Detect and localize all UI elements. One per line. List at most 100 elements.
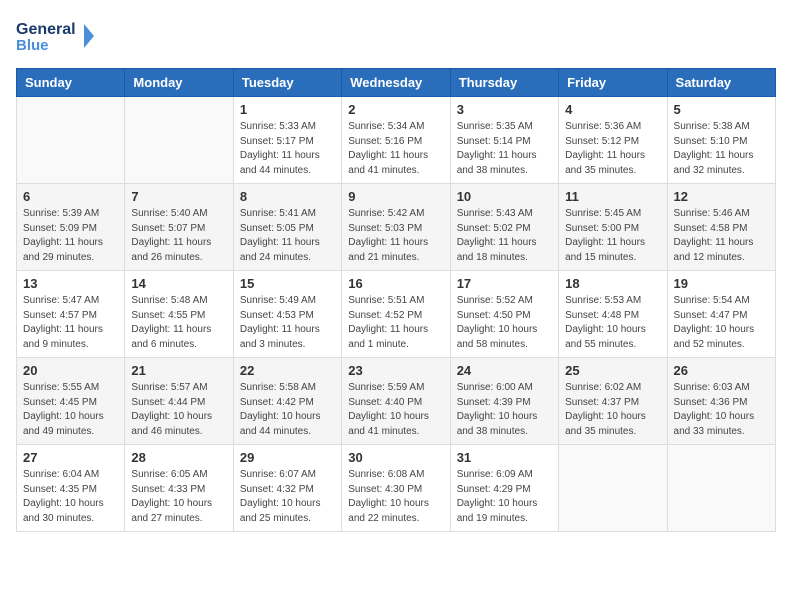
day-number: 16 (348, 276, 443, 291)
calendar-day-cell: 12 Sunrise: 5:46 AMSunset: 4:58 PMDayligh… (667, 184, 775, 271)
day-info: Sunrise: 6:07 AMSunset: 4:32 PMDaylight:… (240, 468, 335, 526)
calendar-day-cell: 30 Sunrise: 6:08 AMSunset: 4:30 PMDayligh… (342, 445, 450, 532)
calendar-day-cell: 19 Sunrise: 5:54 AMSunset: 4:47 PMDayligh… (667, 271, 775, 358)
day-info: Sunrise: 6:08 AMSunset: 4:30 PMDaylight:… (348, 468, 443, 526)
day-number: 31 (457, 450, 552, 465)
calendar-day-cell: 23 Sunrise: 5:59 AMSunset: 4:40 PMDayligh… (342, 358, 450, 445)
day-info: Sunrise: 5:36 AMSunset: 5:12 PMDaylight:… (565, 120, 660, 178)
svg-text:General: General (16, 21, 76, 38)
day-info: Sunrise: 5:53 AMSunset: 4:48 PMDaylight:… (565, 294, 660, 352)
day-number: 21 (131, 363, 226, 378)
calendar-day-cell: 6Sunrise: 5:39 AMSunset: 5:09 PMDaylight… (17, 184, 125, 271)
day-number: 5 (674, 102, 769, 117)
day-number: 11 (565, 189, 660, 204)
calendar-day-cell: 17Sunrise: 5:52 AMSunset: 4:50 PMDayligh… (450, 271, 558, 358)
day-number: 13 (23, 276, 118, 291)
day-info: Sunrise: 5:35 AMSunset: 5:14 PMDaylight:… (457, 120, 552, 178)
day-info: Sunrise: 5:47 AMSunset: 4:57 PMDaylight:… (23, 294, 118, 352)
day-number: 27 (23, 450, 118, 465)
day-number: 10 (457, 189, 552, 204)
calendar-day-cell: 4 Sunrise: 5:36 AMSunset: 5:12 PMDaylight… (559, 97, 667, 184)
weekday-header-sunday: Sunday (17, 69, 125, 97)
calendar-day-cell: 7 Sunrise: 5:40 AMSunset: 5:07 PMDaylight… (125, 184, 233, 271)
day-number: 17 (457, 276, 552, 291)
day-info: Sunrise: 6:03 AMSunset: 4:36 PMDaylight:… (674, 381, 769, 439)
day-info: Sunrise: 5:51 AMSunset: 4:52 PMDaylight:… (348, 294, 443, 352)
day-info: Sunrise: 6:02 AMSunset: 4:37 PMDaylight:… (565, 381, 660, 439)
day-info: Sunrise: 6:04 AMSunset: 4:35 PMDaylight:… (23, 468, 118, 526)
calendar-empty-cell (559, 445, 667, 532)
day-info: Sunrise: 5:34 AMSunset: 5:16 PMDaylight:… (348, 120, 443, 178)
weekday-header-tuesday: Tuesday (233, 69, 341, 97)
calendar-day-cell: 27 Sunrise: 6:04 AMSunset: 4:35 PMDayligh… (17, 445, 125, 532)
day-number: 24 (457, 363, 552, 378)
day-number: 22 (240, 363, 335, 378)
calendar-day-cell: 13 Sunrise: 5:47 AMSunset: 4:57 PMDayligh… (17, 271, 125, 358)
weekday-header-friday: Friday (559, 69, 667, 97)
day-number: 9 (348, 189, 443, 204)
svg-text:Blue: Blue (16, 37, 49, 54)
day-info: Sunrise: 5:54 AMSunset: 4:47 PMDaylight:… (674, 294, 769, 352)
day-info: Sunrise: 5:59 AMSunset: 4:40 PMDaylight:… (348, 381, 443, 439)
calendar-week-row: 13 Sunrise: 5:47 AMSunset: 4:57 PMDayligh… (17, 271, 776, 358)
calendar-week-row: 6Sunrise: 5:39 AMSunset: 5:09 PMDaylight… (17, 184, 776, 271)
calendar-day-cell: 8Sunrise: 5:41 AMSunset: 5:05 PMDaylight… (233, 184, 341, 271)
day-number: 1 (240, 102, 335, 117)
day-info: Sunrise: 5:40 AMSunset: 5:07 PMDaylight:… (131, 207, 226, 265)
calendar-day-cell: 3Sunrise: 5:35 AMSunset: 5:14 PMDaylight… (450, 97, 558, 184)
calendar-day-cell: 10 Sunrise: 5:43 AMSunset: 5:02 PMDayligh… (450, 184, 558, 271)
day-info: Sunrise: 6:09 AMSunset: 4:29 PMDaylight:… (457, 468, 552, 526)
day-number: 4 (565, 102, 660, 117)
calendar-empty-cell (125, 97, 233, 184)
day-number: 2 (348, 102, 443, 117)
calendar-day-cell: 9 Sunrise: 5:42 AMSunset: 5:03 PMDaylight… (342, 184, 450, 271)
day-number: 30 (348, 450, 443, 465)
logo: GeneralBlue (16, 16, 96, 56)
day-info: Sunrise: 5:43 AMSunset: 5:02 PMDaylight:… (457, 207, 552, 265)
day-info: Sunrise: 5:38 AMSunset: 5:10 PMDaylight:… (674, 120, 769, 178)
logo-svg: GeneralBlue (16, 16, 96, 56)
day-number: 23 (348, 363, 443, 378)
day-number: 18 (565, 276, 660, 291)
calendar-day-cell: 18 Sunrise: 5:53 AMSunset: 4:48 PMDayligh… (559, 271, 667, 358)
weekday-header-thursday: Thursday (450, 69, 558, 97)
day-info: Sunrise: 5:49 AMSunset: 4:53 PMDaylight:… (240, 294, 335, 352)
day-info: Sunrise: 5:46 AMSunset: 4:58 PMDaylight:… (674, 207, 769, 265)
day-number: 8 (240, 189, 335, 204)
day-info: Sunrise: 5:58 AMSunset: 4:42 PMDaylight:… (240, 381, 335, 439)
calendar-week-row: 1 Sunrise: 5:33 AMSunset: 5:17 PMDaylight… (17, 97, 776, 184)
weekday-header-monday: Monday (125, 69, 233, 97)
header: GeneralBlue (16, 16, 776, 56)
calendar-day-cell: 16 Sunrise: 5:51 AMSunset: 4:52 PMDayligh… (342, 271, 450, 358)
day-number: 28 (131, 450, 226, 465)
day-info: Sunrise: 5:55 AMSunset: 4:45 PMDaylight:… (23, 381, 118, 439)
day-info: Sunrise: 5:57 AMSunset: 4:44 PMDaylight:… (131, 381, 226, 439)
calendar-week-row: 20Sunrise: 5:55 AMSunset: 4:45 PMDayligh… (17, 358, 776, 445)
weekday-header-saturday: Saturday (667, 69, 775, 97)
calendar-day-cell: 28Sunrise: 6:05 AMSunset: 4:33 PMDayligh… (125, 445, 233, 532)
calendar-empty-cell (667, 445, 775, 532)
calendar: SundayMondayTuesdayWednesdayThursdayFrid… (16, 68, 776, 532)
day-number: 15 (240, 276, 335, 291)
calendar-day-cell: 31 Sunrise: 6:09 AMSunset: 4:29 PMDayligh… (450, 445, 558, 532)
day-info: Sunrise: 5:33 AMSunset: 5:17 PMDaylight:… (240, 120, 335, 178)
weekday-header-wednesday: Wednesday (342, 69, 450, 97)
day-info: Sunrise: 5:39 AMSunset: 5:09 PMDaylight:… (23, 207, 118, 265)
calendar-empty-cell (17, 97, 125, 184)
day-number: 7 (131, 189, 226, 204)
day-number: 29 (240, 450, 335, 465)
day-info: Sunrise: 5:42 AMSunset: 5:03 PMDaylight:… (348, 207, 443, 265)
day-number: 25 (565, 363, 660, 378)
calendar-day-cell: 22 Sunrise: 5:58 AMSunset: 4:42 PMDayligh… (233, 358, 341, 445)
calendar-day-cell: 14Sunrise: 5:48 AMSunset: 4:55 PMDayligh… (125, 271, 233, 358)
calendar-day-cell: 15 Sunrise: 5:49 AMSunset: 4:53 PMDayligh… (233, 271, 341, 358)
day-number: 12 (674, 189, 769, 204)
calendar-week-row: 27 Sunrise: 6:04 AMSunset: 4:35 PMDayligh… (17, 445, 776, 532)
calendar-day-cell: 26 Sunrise: 6:03 AMSunset: 4:36 PMDayligh… (667, 358, 775, 445)
calendar-day-cell: 5 Sunrise: 5:38 AMSunset: 5:10 PMDaylight… (667, 97, 775, 184)
calendar-day-cell: 1 Sunrise: 5:33 AMSunset: 5:17 PMDaylight… (233, 97, 341, 184)
calendar-day-cell: 29 Sunrise: 6:07 AMSunset: 4:32 PMDayligh… (233, 445, 341, 532)
day-number: 19 (674, 276, 769, 291)
calendar-day-cell: 20Sunrise: 5:55 AMSunset: 4:45 PMDayligh… (17, 358, 125, 445)
day-number: 26 (674, 363, 769, 378)
